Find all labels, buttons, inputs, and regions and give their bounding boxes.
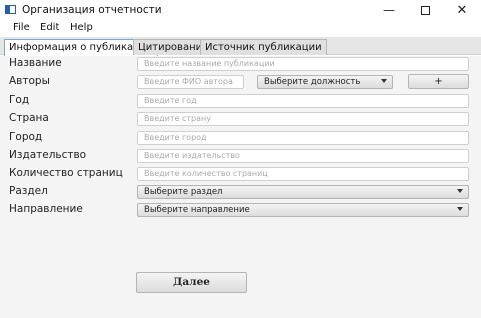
authors-label: Авторы: [9, 75, 50, 87]
maximize-button[interactable]: [408, 0, 442, 20]
menu-help[interactable]: Help: [70, 22, 93, 33]
chevron-down-icon: [457, 207, 463, 211]
city-label: Город: [9, 131, 43, 143]
section-select-value: Выберите раздел: [144, 187, 223, 197]
app-icon: [5, 5, 16, 14]
year-label: Год: [9, 94, 30, 106]
section-select[interactable]: Выберите раздел: [137, 185, 469, 199]
city-input[interactable]: Введите город: [137, 131, 469, 145]
add-author-button[interactable]: +: [408, 74, 469, 89]
title-label: Название: [9, 57, 62, 69]
country-label: Страна: [9, 112, 49, 124]
pages-label: Количество страниц: [9, 167, 123, 179]
direction-label: Направление: [9, 203, 83, 215]
publisher-label: Издательство: [9, 149, 87, 161]
direction-select[interactable]: Выберите направление: [137, 203, 469, 217]
window-title: Организация отчетности: [22, 4, 162, 16]
next-button[interactable]: Далее: [136, 272, 247, 293]
position-select[interactable]: Выберите должность: [257, 75, 393, 89]
tab-publication-source[interactable]: Источник публикации: [200, 39, 327, 55]
publisher-input[interactable]: Введите издательство: [137, 149, 469, 163]
minimize-button[interactable]: —: [372, 0, 406, 20]
country-input[interactable]: Введите страну: [137, 112, 469, 126]
title-input[interactable]: Введите название публикации: [137, 57, 469, 71]
chevron-down-icon: [457, 189, 463, 193]
close-button[interactable]: ✕: [445, 0, 479, 20]
window-titlebar: Организация отчетности — ✕: [0, 0, 481, 20]
chevron-down-icon: [381, 79, 387, 83]
section-label: Раздел: [9, 185, 48, 197]
direction-select-value: Выберите направление: [144, 205, 250, 215]
position-select-value: Выберите должность: [264, 77, 361, 87]
menubar: File Edit Help: [0, 20, 481, 36]
tab-bar: Информация о публикации Цитирование Исто…: [0, 37, 481, 56]
year-input[interactable]: Введите год: [137, 94, 469, 108]
publication-form: Название Введите название публикации Авт…: [0, 56, 481, 318]
menu-edit[interactable]: Edit: [40, 22, 59, 33]
author-name-input[interactable]: Введите ФИО автора: [137, 75, 244, 89]
pages-input[interactable]: Введите количество страниц: [137, 167, 469, 181]
maximize-icon: [420, 5, 430, 15]
menu-file[interactable]: File: [13, 22, 30, 33]
